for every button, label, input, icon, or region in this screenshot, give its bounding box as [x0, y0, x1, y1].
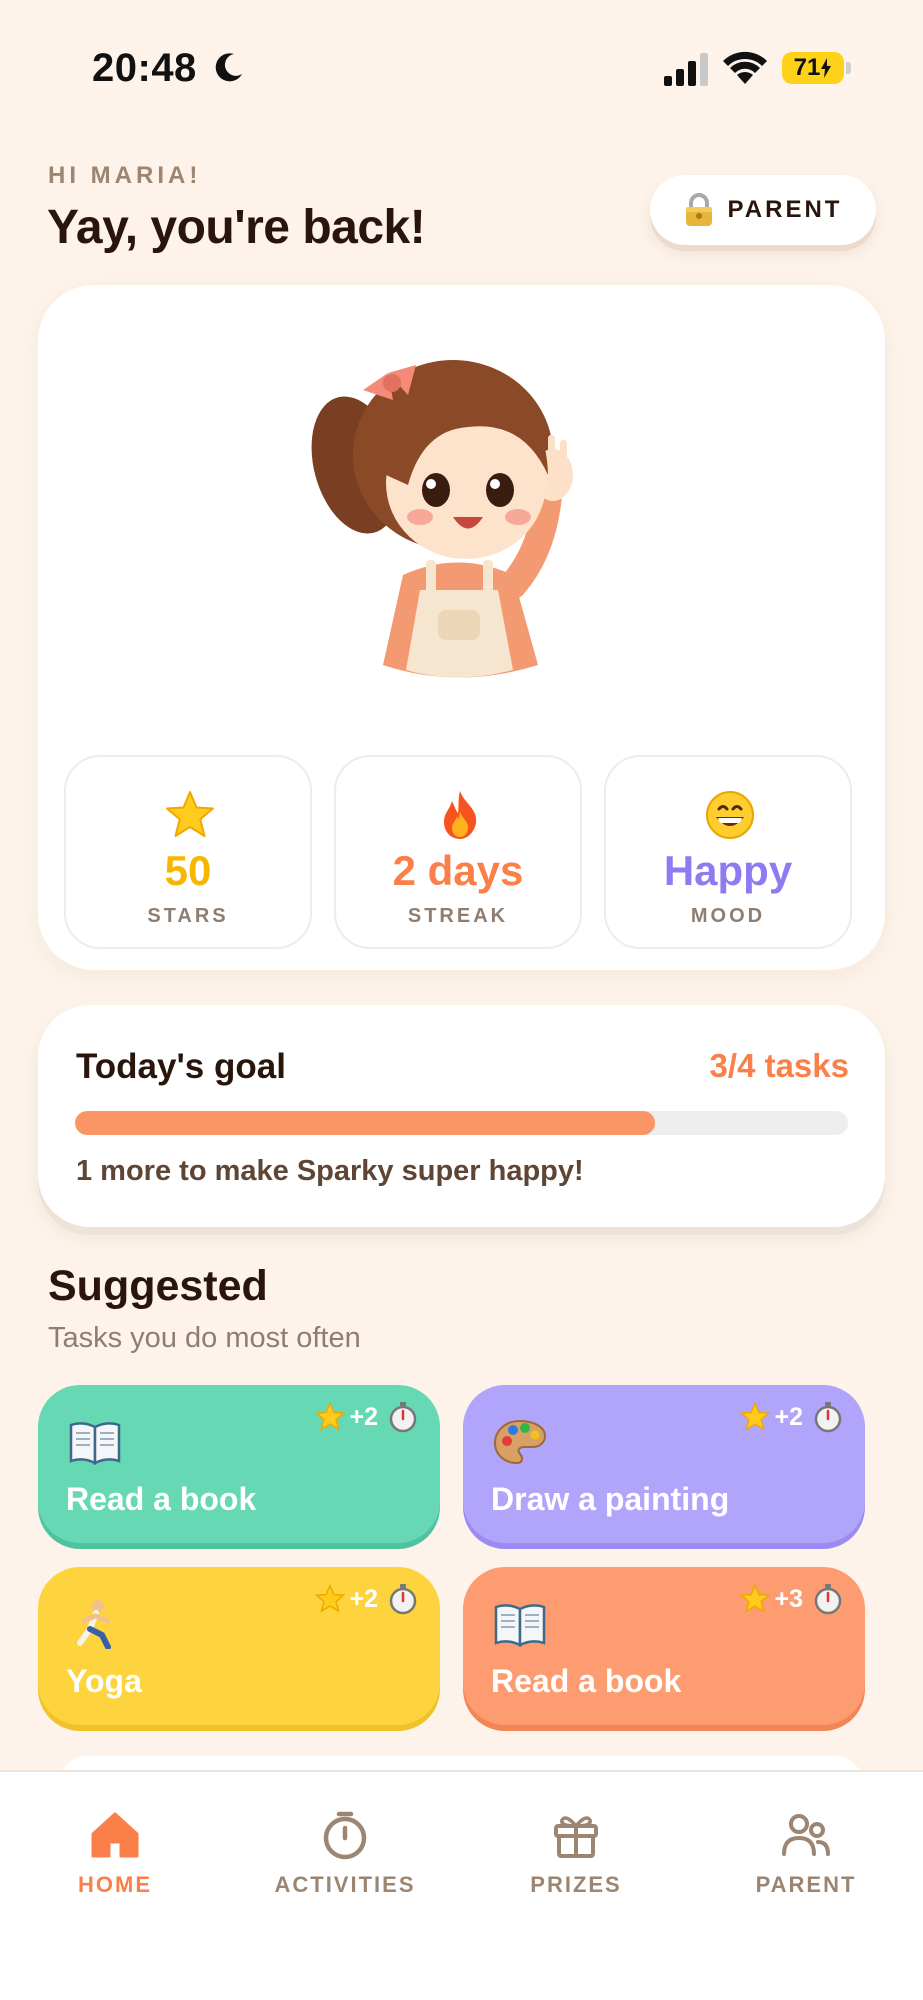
stopwatch-icon: [323, 1811, 367, 1860]
goal-count: 3/4 tasks: [709, 1047, 849, 1084]
stopwatch-icon: [389, 1584, 417, 1615]
tab-parent[interactable]: PARENT: [706, 1810, 906, 1910]
task-card[interactable]: +2 Draw a painting: [463, 1385, 865, 1543]
people-icon: [782, 1814, 830, 1856]
stars-stat: 50 STARS: [64, 755, 312, 949]
mood-value: Happy: [663, 847, 793, 894]
hero-card: 50 STARS 2 days STREAK Happy MOOD: [38, 285, 885, 970]
tab-prizes[interactable]: PRIZES: [476, 1810, 676, 1910]
star-icon: [740, 1402, 771, 1431]
star-icon: [315, 1402, 346, 1431]
star-icon: [315, 1584, 346, 1613]
open-book-icon: [69, 1422, 121, 1466]
task-name: Read a book: [491, 1663, 682, 1699]
stars-label: STARS: [147, 905, 229, 927]
lock-icon: [685, 193, 712, 226]
tab-parent-label: PARENT: [755, 1872, 857, 1897]
parent-button[interactable]: PARENT: [650, 175, 876, 245]
suggested-title: Suggested: [48, 1262, 268, 1310]
tab-bar: HOME ACTIVITIES PRIZES PARENT: [0, 1770, 923, 2000]
home-icon: [91, 1812, 139, 1858]
fire-icon: [444, 791, 477, 839]
star-icon: [166, 791, 214, 837]
streak-value: 2 days: [392, 847, 524, 894]
stopwatch-icon: [814, 1584, 842, 1615]
parent-button-label: PARENT: [727, 196, 843, 223]
task-reward: +2: [315, 1583, 418, 1615]
gift-icon: [554, 1816, 598, 1858]
battery-level: 71: [793, 54, 821, 81]
goal-card: Today's goal 3/4 tasks 1 more to make Sp…: [38, 1005, 885, 1227]
tab-activities-label: ACTIVITIES: [274, 1872, 416, 1897]
streak-stat: 2 days STREAK: [334, 755, 582, 949]
task-points: +2: [349, 1584, 378, 1613]
task-name: Read a book: [66, 1481, 257, 1517]
tab-home[interactable]: HOME: [15, 1810, 215, 1910]
stopwatch-icon: [389, 1402, 417, 1433]
goal-progress-fill: [75, 1111, 655, 1135]
goal-progress-bar: [75, 1111, 848, 1135]
battery-tip: [846, 62, 851, 74]
tab-activities[interactable]: ACTIVITIES: [245, 1810, 445, 1910]
signal-icon: [664, 53, 708, 86]
task-points: +2: [774, 1402, 803, 1431]
running-person-icon: [77, 1600, 111, 1649]
streak-label: STREAK: [407, 905, 509, 927]
girl-mascot-image: [311, 360, 573, 678]
charging-bolt-icon: [821, 58, 832, 78]
palette-icon: [493, 1419, 547, 1465]
stars-value: 50: [164, 847, 212, 894]
goal-message: 1 more to make Sparky super happy!: [76, 1155, 584, 1187]
grinning-face-icon: [706, 791, 754, 839]
task-points: +3: [774, 1584, 803, 1613]
task-card[interactable]: +3 Read a book: [463, 1567, 865, 1725]
task-reward: +2: [740, 1401, 843, 1433]
page-title: Yay, you're back!: [47, 201, 426, 254]
mood-stat: Happy MOOD: [604, 755, 852, 949]
tab-home-label: HOME: [78, 1872, 152, 1897]
task-points: +2: [349, 1402, 378, 1431]
task-reward: +2: [315, 1401, 418, 1433]
task-card[interactable]: +2 Yoga: [38, 1567, 440, 1725]
goal-title: Today's goal: [76, 1047, 286, 1086]
task-reward: +3: [740, 1583, 843, 1615]
suggested-subtitle: Tasks you do most often: [48, 1322, 361, 1354]
task-name: Draw a painting: [491, 1481, 730, 1517]
status-bar: 20:48 71: [0, 0, 923, 130]
battery-icon: 71: [782, 52, 844, 84]
mood-label: MOOD: [690, 905, 766, 927]
wifi-icon: [723, 51, 767, 84]
star-icon: [740, 1584, 771, 1613]
task-name: Yoga: [66, 1663, 142, 1699]
tab-prizes-label: PRIZES: [530, 1872, 622, 1897]
greeting: HI MARIA!: [48, 162, 202, 189]
status-time: 20:48: [92, 46, 197, 90]
stopwatch-icon: [814, 1402, 842, 1433]
open-book-icon: [494, 1604, 546, 1648]
moon-icon: [215, 53, 242, 82]
task-card[interactable]: +2 Read a book: [38, 1385, 440, 1543]
